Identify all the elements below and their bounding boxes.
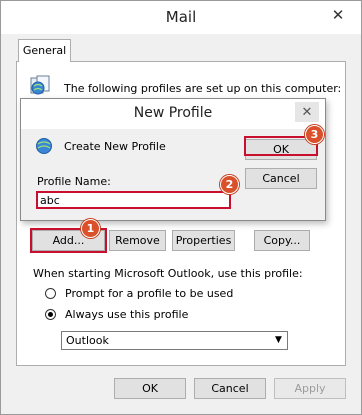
radio-prompt-indicator[interactable] (45, 288, 56, 299)
window-title: Mail (165, 8, 197, 26)
dropdown-arrow-icon[interactable]: ▼ (271, 333, 286, 348)
callout-badge-2: 2 (220, 175, 239, 194)
radio-prompt-profile[interactable]: Prompt for a profile to be used (45, 287, 233, 300)
dialog-title: New Profile (133, 105, 213, 121)
dialog-close-button[interactable]: ✕ (295, 102, 319, 122)
callout-badge-3: 3 (305, 125, 324, 144)
callout-badge-1: 1 (81, 219, 100, 238)
new-profile-icon (36, 138, 52, 154)
profiles-intro-text: The following profiles are set up on thi… (64, 82, 342, 95)
remove-button[interactable]: Remove (109, 230, 166, 251)
dialog-cancel-button[interactable]: Cancel (245, 168, 317, 189)
title-bar: Mail ✕ (1, 1, 361, 34)
new-profile-dialog: New Profile ✕ Create New Profile Profile… (20, 98, 326, 221)
close-icon: ✕ (331, 7, 345, 24)
mail-window: Mail ✕ General The following profiles ar… (0, 0, 362, 415)
close-icon: ✕ (301, 104, 313, 119)
ok-button[interactable]: OK (114, 378, 186, 399)
dialog-title-bar: New Profile ✕ (21, 99, 325, 129)
dialog-heading: Create New Profile (64, 140, 166, 153)
window-close-button[interactable]: ✕ (325, 4, 351, 26)
dialog-ok-button[interactable]: OK (245, 139, 317, 160)
radio-prompt-label: Prompt for a profile to be used (65, 287, 234, 300)
mail-profiles-icon (30, 75, 50, 95)
profile-name-label: Profile Name: (37, 175, 111, 188)
properties-button[interactable]: Properties (172, 230, 235, 251)
profile-name-input[interactable] (36, 191, 231, 209)
tab-general[interactable]: General (18, 39, 71, 62)
startup-label: When starting Microsoft Outlook, use thi… (33, 267, 303, 280)
radio-always-indicator[interactable] (45, 309, 56, 320)
copy-button[interactable]: Copy... (254, 230, 310, 251)
cancel-button[interactable]: Cancel (194, 378, 266, 399)
profile-select-value: Outlook (66, 334, 109, 347)
radio-always-label: Always use this profile (65, 308, 189, 321)
radio-always-profile[interactable]: Always use this profile (45, 308, 188, 321)
apply-button[interactable]: Apply (274, 378, 346, 399)
profile-select[interactable]: Outlook ▼ (61, 331, 288, 350)
